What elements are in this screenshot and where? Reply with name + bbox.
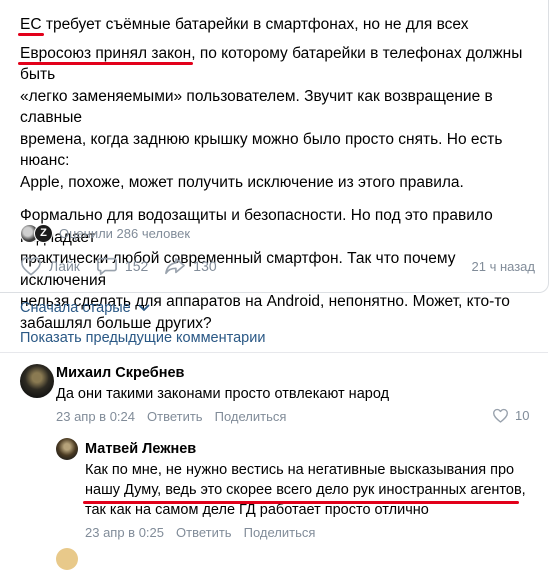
like-button[interactable]: Лайк [20,256,80,276]
heart-icon [493,408,508,423]
reactor-avatar: Z [34,224,53,243]
comment-meta: 23 апр в 0:24 Ответить Поделиться [56,409,526,424]
comment-meta: 23 апр в 0:25 Ответить Поделиться [85,525,545,540]
rated-count-label: Оценили 286 человек [59,226,191,241]
comment-icon [97,257,117,275]
reply-button[interactable]: Ответить [147,409,203,424]
share-link[interactable]: Поделиться [244,525,316,540]
comment-author[interactable]: Матвей Лежнев [85,441,545,457]
like-label: Лайк [49,258,80,274]
post-actions: Лайк 152 130 21 ч назад [20,256,535,276]
share-link[interactable]: Поделиться [215,409,287,424]
sort-label: Сначала старые [20,300,131,316]
comment-like-button[interactable]: 10 [492,408,529,423]
comments-button[interactable]: 152 [96,256,148,276]
comment-like-count: 10 [515,408,530,423]
shares-count: 130 [193,258,217,274]
post-title-highlight: ЕС [20,16,42,33]
comment-text: Как по мне, не нужно вестись на негативн… [85,462,526,518]
sort-dropdown[interactable]: Сначала старые [20,300,150,316]
chevron-down-icon [138,304,150,311]
post-body: ЕС требует съёмные батарейки в смартфона… [20,14,540,346]
post-link-highlight[interactable]: Евросоюз принял закон [20,45,191,62]
post-paragraph-1: Евросоюз принял закон, по которому батар… [20,44,523,191]
red-underline [83,501,519,504]
heart-icon [21,257,41,276]
share-icon [165,257,186,275]
reply-button[interactable]: Ответить [176,525,232,540]
comment-date[interactable]: 23 апр в 0:25 [85,525,164,540]
divider [0,352,548,353]
comment-item: Матвей Лежнев Как по мне, не нужно вести… [85,441,545,540]
comment-text: Да они такими законами просто отвлекают … [56,386,390,402]
avatar[interactable] [56,438,78,460]
post-time[interactable]: 21 ч назад [472,259,536,274]
rated-by[interactable]: Z Оценили 286 человек [20,224,190,243]
comment-date[interactable]: 23 апр в 0:24 [56,409,135,424]
comment-item: Михаил Скребнев Да они такими законами п… [56,365,526,424]
comment-author[interactable]: Михаил Скребнев [56,365,526,381]
avatar[interactable] [20,364,54,398]
avatar[interactable] [56,548,78,570]
post-title: ЕС требует съёмные батарейки в смартфона… [20,16,469,33]
share-button[interactable]: 130 [164,256,217,276]
comments-count: 152 [124,258,149,274]
show-previous-comments[interactable]: Показать предыдущие комментарии [20,330,265,346]
